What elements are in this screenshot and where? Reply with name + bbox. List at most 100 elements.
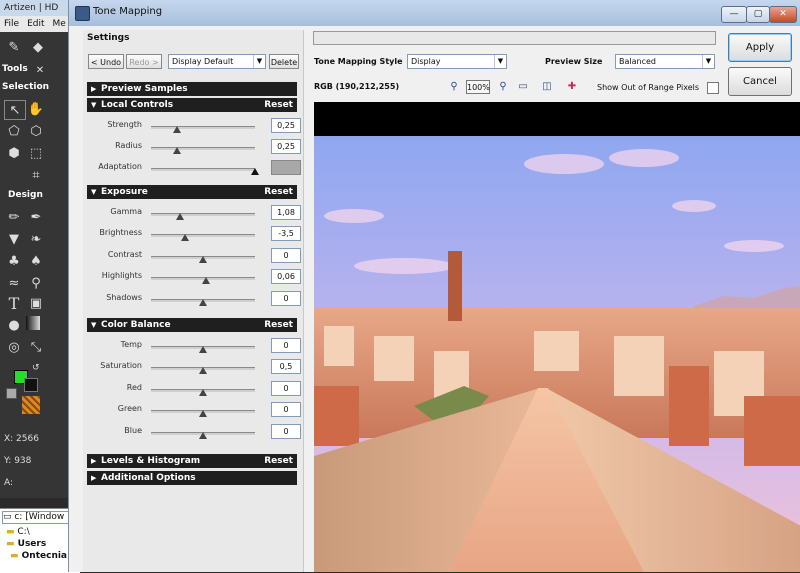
disc-icon[interactable]: ◎ (4, 338, 24, 356)
menu-file[interactable]: File (4, 19, 19, 29)
stamp-icon[interactable]: ♠ (26, 252, 46, 270)
local-strength-value-field[interactable]: 0,25 (271, 118, 301, 133)
compare-icon[interactable]: ▭ (515, 80, 531, 94)
minimize-button[interactable]: — (721, 6, 747, 23)
local-radius-slider-thumb[interactable] (173, 147, 181, 154)
preset-select[interactable]: Display Default ▼ (168, 54, 266, 69)
zoom-level-display[interactable]: 100% (466, 80, 490, 94)
text-icon[interactable]: T (4, 294, 24, 313)
pencil-icon[interactable]: ✏ (4, 208, 24, 226)
gradient-icon[interactable] (26, 316, 40, 330)
color-saturation-slider-thumb[interactable] (199, 367, 207, 375)
section-preview-samples[interactable]: ▶ Preview Samples (87, 82, 297, 96)
collapse-arrow-icon: ▼ (91, 101, 97, 109)
picker-icon[interactable]: ✚ (564, 80, 580, 94)
fill-icon[interactable]: ▼ (4, 230, 24, 248)
exposure-contrast-value-field[interactable]: 0 (271, 247, 301, 263)
exposure-contrast-label: Contrast (107, 249, 142, 259)
dialog-titlebar[interactable]: Tone Mapping — ▢ ✕ (69, 0, 800, 26)
section-additional-options[interactable]: ▶ Additional Options (87, 471, 297, 485)
local-controls-reset-button[interactable]: Reset (264, 98, 293, 112)
delete-button[interactable]: Delete (269, 54, 299, 69)
exposure-brightness-slider-thumb[interactable] (181, 234, 190, 242)
close-tools-icon[interactable]: ✕ (30, 61, 50, 79)
section-exposure[interactable]: ▼ Exposure Reset (87, 185, 297, 199)
levels-reset-button[interactable]: Reset (264, 454, 293, 468)
coord-a: A: (4, 478, 14, 488)
local-strength-slider-thumb[interactable] (173, 126, 181, 133)
menu-more[interactable]: Me (53, 19, 66, 29)
ellipse-select-icon[interactable]: ⬡ (26, 122, 46, 140)
section-levels-histogram[interactable]: ▶ Levels & Histogram Reset (87, 454, 297, 468)
local-radius-slider-track[interactable] (151, 147, 255, 150)
exposure-highlights-slider-thumb[interactable] (202, 277, 211, 285)
swap-colors-icon[interactable]: ↺ (32, 363, 40, 373)
texture-swatch[interactable] (22, 396, 40, 414)
close-button[interactable]: ✕ (769, 6, 797, 23)
lock-icon[interactable]: ▣ (26, 294, 46, 312)
drive-select[interactable]: ▭ c: [Window (2, 511, 78, 524)
color-temp-value-field[interactable]: 0 (271, 338, 301, 353)
exposure-shadows-value-field[interactable]: 0 (271, 290, 301, 306)
lasso-icon[interactable]: ⬠ (4, 122, 24, 140)
magnifier-icon[interactable]: ⚲ (26, 274, 46, 292)
wave-icon[interactable]: ≈ (4, 274, 24, 292)
color-saturation-value-field[interactable]: 0,5 (271, 359, 301, 375)
dodge-icon[interactable]: ● (4, 316, 24, 334)
color-red-value-field[interactable]: 0 (271, 380, 301, 396)
redo-button[interactable]: Redo > (126, 54, 162, 69)
eraser-icon[interactable]: ◆ (28, 38, 48, 56)
local-adaptation-slider-track[interactable] (151, 168, 255, 171)
background-color-swatch[interactable] (24, 378, 38, 392)
exposure-shadows-slider-thumb[interactable] (199, 298, 207, 306)
out-of-range-label: Show Out of Range Pixels (597, 83, 699, 92)
polygon-select-icon[interactable]: ⬢ (4, 144, 24, 162)
color-temp-slider-thumb[interactable] (199, 346, 207, 353)
local-adaptation-slider-thumb[interactable] (251, 168, 259, 175)
pointer-icon[interactable]: ↖ (4, 100, 26, 120)
default-colors-icon[interactable] (6, 388, 17, 399)
hand-icon[interactable]: ✋ (26, 100, 46, 118)
undo-button[interactable]: < Undo (88, 54, 124, 69)
preview-size-select[interactable]: Balanced ▼ (615, 54, 715, 69)
out-of-range-checkbox[interactable] (707, 82, 719, 94)
exposure-highlights-value-field[interactable]: 0,06 (271, 269, 301, 285)
section-local-controls[interactable]: ▼ Local Controls Reset (87, 98, 297, 112)
local-radius-value-field[interactable]: 0,25 (271, 139, 301, 154)
menu-edit[interactable]: Edit (27, 19, 44, 29)
color-temp-row: Temp 0 (87, 337, 301, 355)
cancel-button[interactable]: Cancel (728, 67, 792, 96)
color-green-value-field[interactable]: 0 (271, 402, 301, 418)
folder-icon: ▬ (6, 539, 18, 549)
color-green-slider-thumb[interactable] (199, 410, 207, 418)
local-strength-slider-track[interactable] (151, 126, 255, 129)
color-balance-reset-button[interactable]: Reset (264, 318, 293, 332)
clone-icon[interactable]: ♣ (4, 252, 24, 270)
apply-button[interactable]: Apply (728, 33, 792, 62)
tone-mapping-style-select[interactable]: Display ▼ (407, 54, 507, 69)
exposure-gamma-slider-thumb[interactable] (176, 213, 185, 220)
smudge-icon[interactable]: ❧ (26, 230, 46, 248)
eyedropper-icon[interactable]: ⤡ (26, 338, 46, 356)
brush-icon[interactable]: ✎ (4, 38, 24, 56)
zoom-in-icon[interactable]: ⚲ (447, 80, 461, 94)
maximize-button[interactable]: ▢ (746, 6, 770, 23)
color-red-slider-thumb[interactable] (199, 388, 207, 396)
local-adaptation-value-field[interactable] (271, 160, 301, 175)
crop-icon[interactable]: ⌗ (26, 166, 46, 184)
exposure-contrast-slider-thumb[interactable] (199, 255, 207, 263)
rect-select-icon[interactable]: ⬚ (26, 144, 46, 162)
exposure-gamma-slider-track[interactable] (151, 213, 255, 216)
color-blue-slider-thumb[interactable] (199, 431, 207, 439)
exposure-reset-button[interactable]: Reset (264, 185, 293, 199)
exposure-gamma-value-field[interactable]: 1,08 (271, 205, 301, 220)
preview-canvas[interactable] (314, 102, 800, 572)
exposure-brightness-slider-track[interactable] (151, 234, 255, 238)
exposure-brightness-value-field[interactable]: -3,5 (271, 226, 301, 242)
split-icon[interactable]: ◫ (539, 80, 555, 94)
zoom-out-icon[interactable]: ⚲ (496, 80, 510, 94)
pen-icon[interactable]: ✒ (26, 208, 46, 226)
tools-label: Tools (2, 64, 28, 74)
section-color-balance[interactable]: ▼ Color Balance Reset (87, 318, 297, 332)
color-blue-value-field[interactable]: 0 (271, 423, 301, 439)
